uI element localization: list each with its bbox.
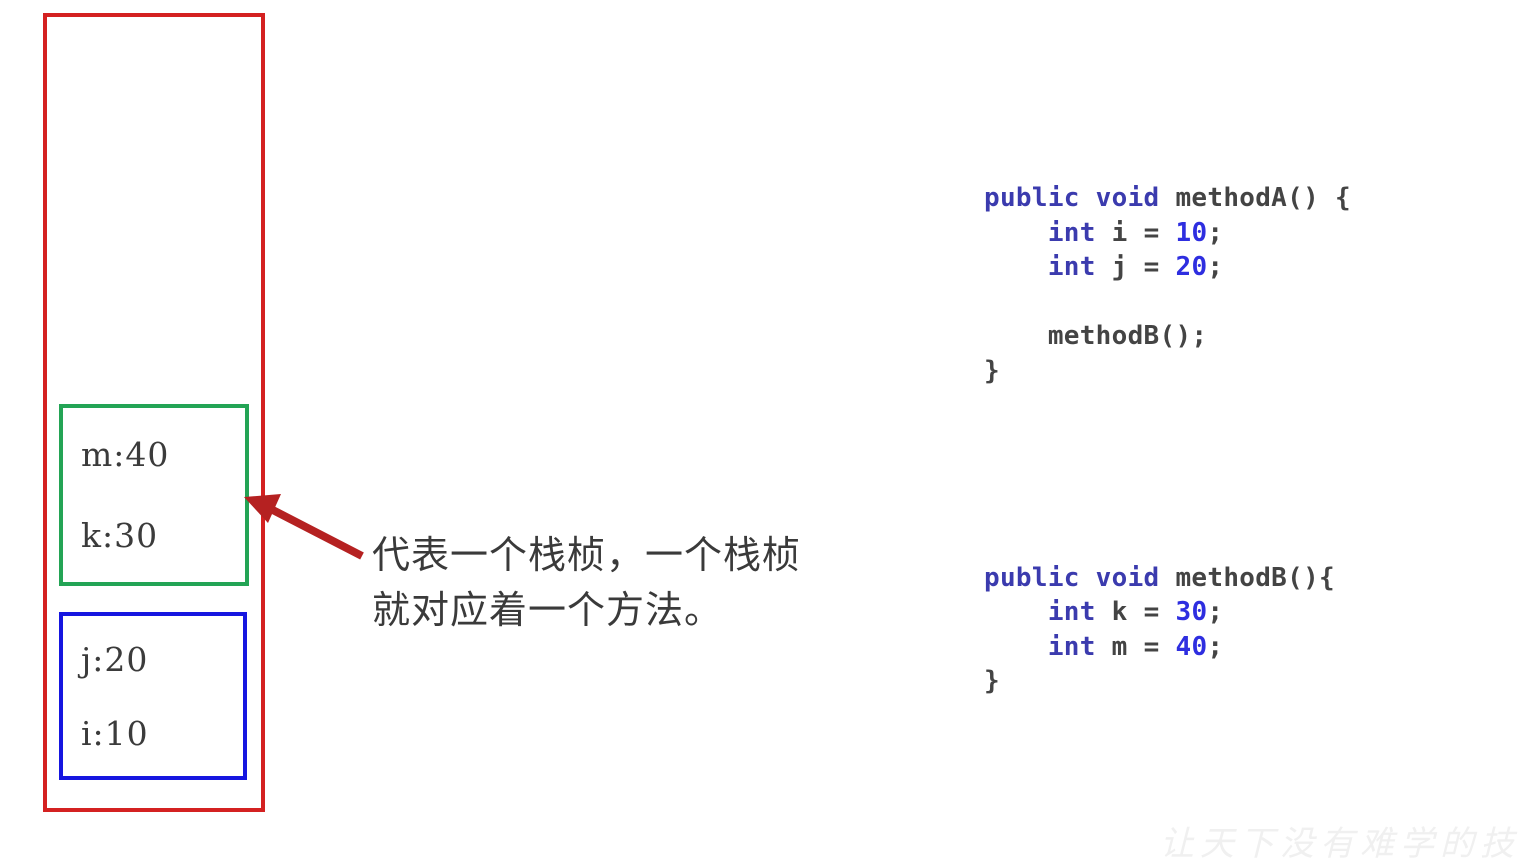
code-token: public void bbox=[984, 562, 1176, 593]
code-token: i = bbox=[1095, 217, 1176, 248]
code-token: ; bbox=[1207, 252, 1224, 282]
code-token: ; bbox=[1207, 597, 1224, 627]
code-token: public void bbox=[984, 183, 1176, 213]
code-line: int k = 30; bbox=[984, 595, 1351, 630]
diagram-canvas: m:40 k:30 j:20 i:10 代表一个栈桢，一个栈桢 就对应着一个方法… bbox=[0, 0, 1530, 862]
code-line: } bbox=[984, 664, 1351, 699]
code-line: int j = 20; bbox=[984, 250, 1351, 285]
code-line: public void methodB(){ bbox=[984, 561, 1351, 596]
stack-frame-methoda: j:20 i:10 bbox=[59, 612, 247, 780]
code-block-methodb: public void methodB(){ int k = 30; int m… bbox=[984, 561, 1351, 699]
code-token: methodB(){ bbox=[1175, 562, 1335, 593]
code-token: int bbox=[1047, 631, 1096, 662]
code-token: } bbox=[984, 666, 1000, 696]
code-line: public void methodA() { bbox=[984, 181, 1351, 216]
code-line: int m = 40; bbox=[984, 630, 1351, 665]
code-token: int bbox=[1047, 217, 1096, 248]
code-token: int bbox=[1047, 597, 1096, 627]
stack-variable-i: i:10 bbox=[81, 713, 149, 753]
code-token: methodB(); bbox=[984, 321, 1208, 351]
code-token: methodA() { bbox=[1175, 183, 1351, 213]
code-token: ; bbox=[1207, 631, 1224, 662]
code-token: 10 bbox=[1175, 217, 1208, 248]
code-token: 30 bbox=[1175, 597, 1208, 627]
code-token: } bbox=[984, 355, 1000, 386]
code-block-methoda: public void methodA() { int i = 10; int … bbox=[984, 181, 1351, 388]
code-line: methodB(); bbox=[984, 319, 1351, 354]
code-token: ; bbox=[1207, 217, 1224, 248]
watermark: 让天下没有难学的技 bbox=[1160, 824, 1520, 862]
code-line: } bbox=[984, 354, 1351, 389]
stack-frame-methodb: m:40 k:30 bbox=[59, 404, 249, 586]
code-token: int bbox=[1047, 252, 1096, 282]
code-token: j = bbox=[1095, 252, 1176, 282]
code-token: 20 bbox=[1175, 252, 1208, 282]
code-token: m = bbox=[1095, 631, 1176, 662]
code-line: int i = 10; bbox=[984, 216, 1351, 251]
code-snippet: public void methodA() { int i = 10; int … bbox=[984, 112, 1351, 768]
annotation-text: 代表一个栈桢，一个栈桢 就对应着一个方法。 bbox=[372, 528, 892, 638]
stack-variable-j: j:20 bbox=[81, 639, 149, 679]
stack-variable-k: k:30 bbox=[81, 516, 159, 555]
stack-variable-m: m:40 bbox=[81, 435, 170, 474]
code-token: 40 bbox=[1175, 631, 1208, 662]
callout-arrow-icon bbox=[244, 494, 364, 560]
annotation-line-1: 代表一个栈桢，一个栈桢 bbox=[372, 533, 802, 577]
annotation-line-2: 就对应着一个方法。 bbox=[372, 588, 724, 633]
code-token: k = bbox=[1095, 597, 1176, 627]
